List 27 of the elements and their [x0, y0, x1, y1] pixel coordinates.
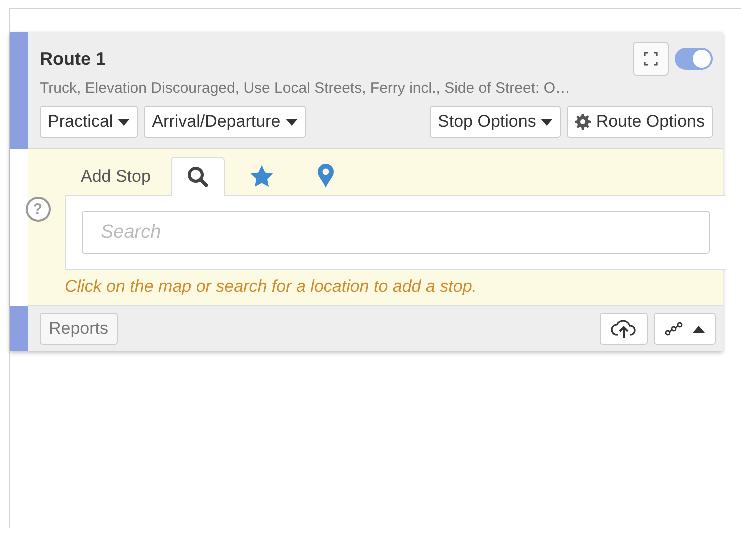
dropdown-button[interactable]: Stop Options: [430, 106, 562, 138]
caret-down-icon: [286, 118, 298, 126]
map-pin-icon: [316, 163, 335, 189]
dropdown-button[interactable]: Arrival/Departure: [144, 106, 306, 138]
gear-icon: [575, 114, 592, 130]
caret-down-icon: [541, 118, 554, 126]
fullscreen-button[interactable]: [633, 42, 669, 76]
reports-button[interactable]: Reports: [40, 313, 118, 345]
search-icon: [186, 166, 209, 188]
cloud-upload-icon: [611, 319, 637, 339]
route-menu-button[interactable]: [654, 313, 716, 345]
tab[interactable]: [170, 157, 225, 196]
fullscreen-icon: [644, 52, 658, 66]
caret-down-icon: [118, 118, 130, 126]
route-icon: [665, 322, 683, 336]
options-button[interactable]: Route Options: [567, 106, 713, 138]
caret-up-icon: [693, 326, 705, 332]
upload-button[interactable]: [600, 313, 648, 345]
search-field[interactable]: Search: [82, 211, 710, 254]
hint-text: Click on the map or search for a location to add a stop.: [65, 277, 478, 297]
accent-stripe: [10, 306, 28, 351]
route-title: Route 1: [40, 48, 106, 70]
route-summary: Truck, Elevation Discouraged, Use Local Streets, Ferry incl., Side of Street: O…: [40, 80, 572, 97]
visibility-toggle[interactable]: [675, 48, 713, 70]
dropdown-button[interactable]: Practical: [40, 106, 138, 138]
add-stop-label: Add Stop: [80, 167, 152, 188]
star-icon: [250, 164, 274, 188]
